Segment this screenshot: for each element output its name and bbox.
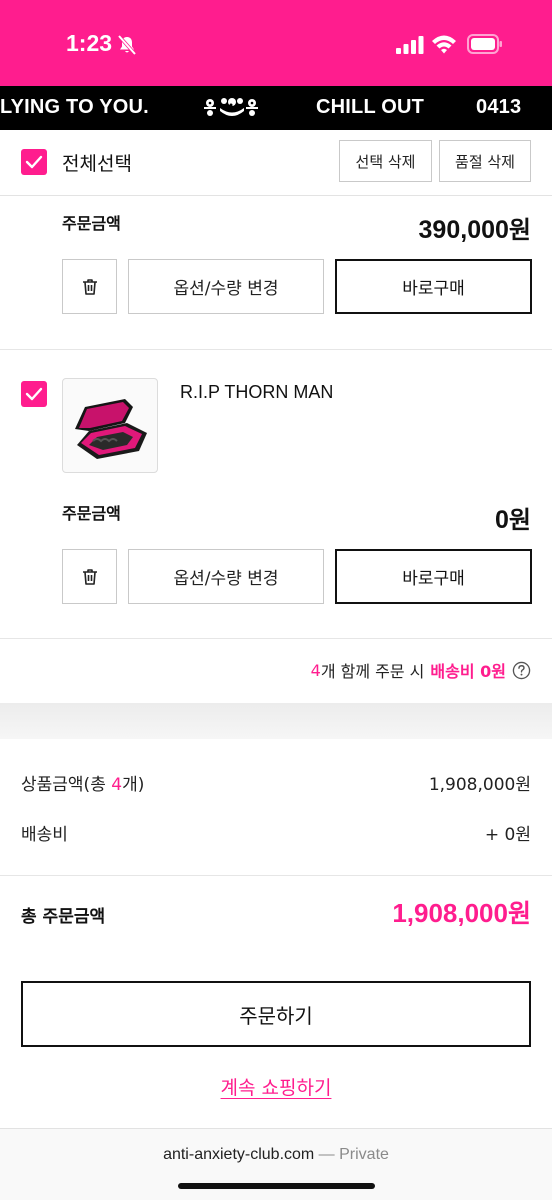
total-order-amount: 1,908,000원 [392,894,531,930]
section-separator [0,703,552,739]
item-price-value: 0 [495,506,509,534]
private-mode-label: Private [339,1146,389,1163]
divider [0,349,552,350]
marquee-text: 0413 [476,96,522,118]
promo-count: 4 [310,660,321,680]
item-price-value: 390,000 [418,216,509,244]
address-text[interactable]: anti-anxiety-club.com — Private [0,1146,552,1164]
product-amount-label: 상품금액(총 4개) [21,770,144,795]
browser-address-bar[interactable]: anti-anxiety-club.com — Private [0,1128,552,1200]
delete-selected-button[interactable]: 선택 삭제 [339,140,432,182]
total-order-label: 총 주문금액 [21,907,106,927]
order-amount-label: 주문금액 [62,504,121,523]
order-amount-label: 주문금액 [62,214,121,233]
product-amount-label-suffix: 개) [122,775,145,795]
product-count: 4 [111,775,123,795]
select-all-bar: 전체선택 선택 삭제 품절 삭제 [0,130,552,196]
product-amount-label-prefix: 상품금액(총 [21,775,112,795]
select-all-checkbox[interactable] [21,149,47,175]
shipping-fee-label: 배송비 [21,825,68,845]
place-order-button[interactable]: 주문하기 [21,981,531,1047]
item-checkbox[interactable] [21,381,47,407]
buy-now-button[interactable]: 바로구매 [335,549,532,604]
product-name[interactable]: R.I.P THORN MAN [180,382,333,403]
question-circle-icon[interactable] [512,661,531,680]
divider [0,638,552,639]
promo-text: 개 함께 주문 시 [320,662,425,681]
free-shipping-notice: 4 개 함께 주문 시 배송비 0원 [311,658,531,682]
item-price: 0원 [495,500,531,535]
cellular-signal-icon [396,36,424,54]
home-indicator[interactable] [178,1183,375,1189]
marquee-text: CHILL OUT [316,96,425,118]
product-amount-value: 1,908,000원 [428,775,531,795]
item-price-currency: 원 [508,506,531,534]
address-separator: — [314,1146,340,1163]
total-order-currency: 원 [507,899,531,928]
delete-soldout-button[interactable]: 품절 삭제 [439,140,531,182]
checkmark-icon [25,155,43,169]
shipping-fee-value: + 0원 [484,825,531,845]
trash-icon [83,569,97,585]
marquee-text: LYING TO YOU. [0,96,149,118]
divider [0,875,552,876]
continue-shopping-text[interactable]: 계속 쇼핑하기 [221,1077,332,1099]
total-order-value: 1,908,000 [392,898,508,928]
coffin-product-image [75,399,147,459]
promo-highlight: 배송비 0원 [430,662,506,681]
select-all-label: 전체선택 [62,153,132,175]
buy-now-button[interactable]: 바로구매 [335,259,532,314]
marquee-banner: LYING TO YOU. CHILL OUT 0413 [0,86,552,130]
bell-slash-icon [117,34,137,56]
battery-icon [467,34,502,54]
change-option-button[interactable]: 옵션/수량 변경 [128,259,324,314]
status-time: 1:23 [66,30,113,56]
product-thumbnail[interactable] [62,378,158,473]
wifi-icon [432,35,456,54]
item-price: 390,000원 [419,210,531,245]
address-domain: anti-anxiety-club.com [163,1146,315,1163]
item-price-currency: 원 [508,216,531,244]
change-option-button[interactable]: 옵션/수량 변경 [128,549,324,604]
status-bar: 1:23 [0,0,552,86]
brand-logo-icon [204,98,258,116]
delete-item-button[interactable] [62,549,117,604]
delete-item-button[interactable] [62,259,117,314]
checkmark-icon [25,387,43,401]
continue-shopping-link[interactable]: 계속 쇼핑하기 [0,1073,552,1100]
trash-icon [83,279,97,295]
